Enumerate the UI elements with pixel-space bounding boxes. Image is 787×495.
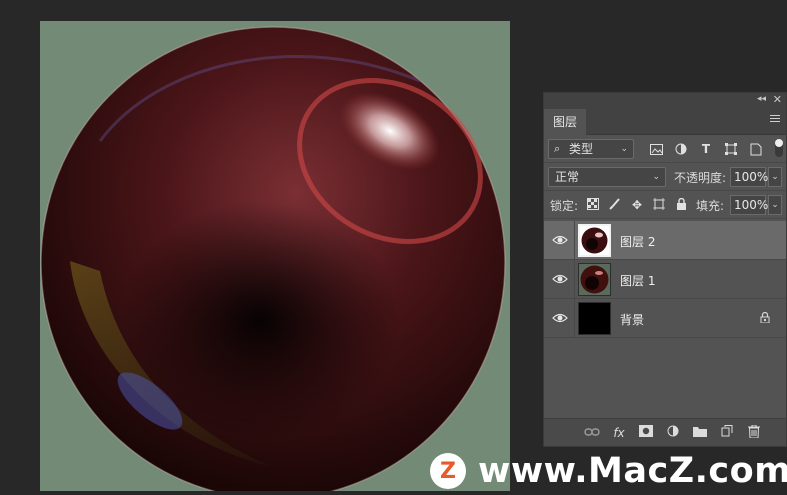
fill-input[interactable]: 100% [730,195,768,215]
lock-image-icon[interactable] [608,198,622,212]
eye-icon[interactable] [552,273,568,285]
delete-layer-icon[interactable] [746,424,762,441]
collapse-panel-icon[interactable]: ◂◂ [757,94,766,104]
lock-row: 锁定: ✥ 填充: 100% ⌄ [544,191,786,219]
adjustment-filter-icon[interactable] [673,141,689,157]
filter-row: ⌕ 类型 ⌄ T [544,135,786,163]
close-panel-icon[interactable]: ✕ [773,93,782,106]
lock-icon [760,311,770,326]
panel-tabbar: 图层 [544,109,786,135]
lock-label: 锁定: [550,199,579,213]
eye-icon[interactable] [552,312,568,324]
opacity-label: 不透明度: [674,171,727,185]
glass-sphere-artwork [40,26,506,491]
blend-mode-label: 正常 [555,170,580,184]
image-filter-icon[interactable] [648,141,664,157]
fill-dropdown-icon[interactable]: ⌄ [768,195,782,215]
link-layers-icon[interactable] [584,425,600,441]
document-canvas[interactable] [40,21,510,491]
watermark: Z www.MacZ.com [430,447,787,495]
layer-row[interactable]: 图层 1 [544,260,786,299]
layer-thumbnail [578,224,611,257]
panel-header: ◂◂ ✕ [544,93,786,109]
new-group-icon[interactable] [692,425,708,441]
shape-filter-icon[interactable] [723,141,739,157]
panel-menu-icon[interactable] [770,115,780,125]
smart-object-filter-icon[interactable] [748,141,764,157]
layer-name: 图层 1 [620,274,656,288]
blend-mode-select[interactable]: 正常 ⌄ [548,167,666,187]
tab-layers[interactable]: 图层 [544,109,586,135]
layer-row[interactable]: 背景 [544,299,786,338]
layers-bottom-toolbar: fx [544,418,786,446]
layer-thumbnail [578,302,611,335]
lock-artboard-icon[interactable] [652,198,666,212]
chevron-down-icon: ⌄ [652,172,660,182]
lock-transparent-icon[interactable] [586,198,600,212]
macz-logo: Z [430,453,466,489]
watermark-text: www.MacZ.com [478,451,787,491]
layer-row[interactable]: 图层 2 [544,221,786,260]
filter-toggle[interactable] [775,139,783,157]
new-layer-icon[interactable] [719,425,735,441]
lock-all-icon[interactable] [674,197,688,212]
opacity-input[interactable]: 100% [730,167,768,187]
opacity-dropdown-icon[interactable]: ⌄ [768,167,782,187]
layer-name: 图层 2 [620,235,656,249]
adjustment-layer-icon[interactable] [665,425,681,441]
layer-name: 背景 [620,313,645,327]
layer-list: 图层 2 图层 1 背景 [544,221,786,338]
search-icon: ⌕ [554,142,561,155]
fill-label: 填充: [696,199,725,213]
chevron-down-icon: ⌄ [620,144,628,154]
layer-thumbnail [578,263,611,296]
filter-kind-select[interactable]: ⌕ 类型 ⌄ [548,139,634,159]
fx-icon[interactable]: fx [611,425,627,441]
lock-position-icon[interactable]: ✥ [630,198,644,212]
layers-panel: ◂◂ ✕ 图层 ⌕ 类型 ⌄ T 正常 ⌄ 不透明度: 100% ⌄ 锁定: ✥… [543,92,787,447]
add-mask-icon[interactable] [638,425,654,441]
type-filter-icon[interactable]: T [698,141,714,157]
filter-kind-label: 类型 [569,142,594,156]
blend-row: 正常 ⌄ 不透明度: 100% ⌄ [544,163,786,191]
eye-icon[interactable] [552,234,568,246]
